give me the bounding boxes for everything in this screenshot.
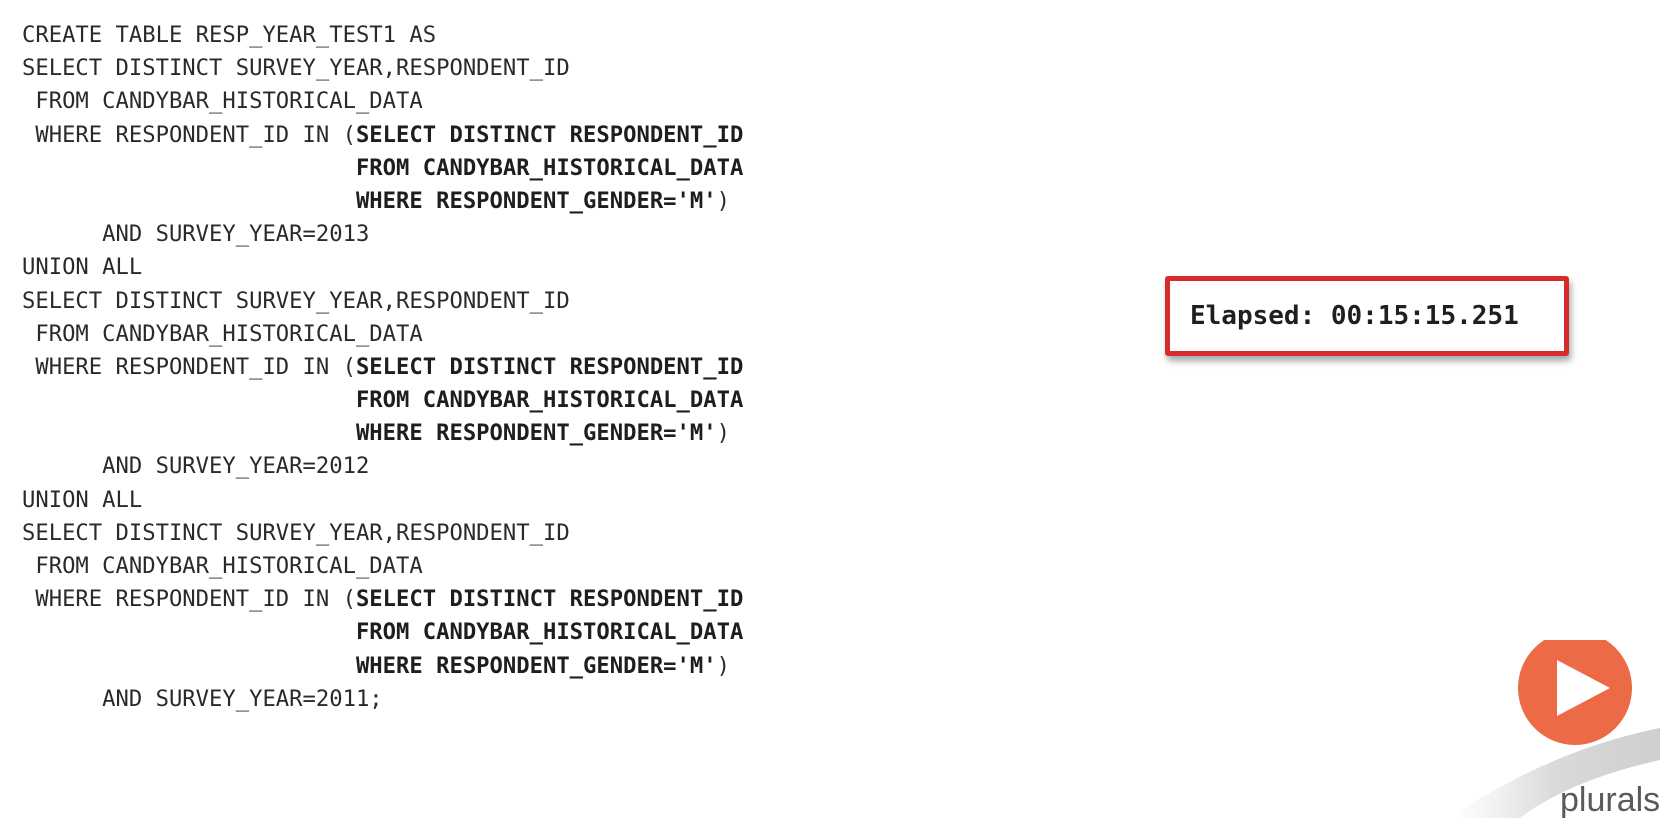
code-line: FROM CANDYBAR_HISTORICAL_DATA	[22, 384, 743, 417]
code-text: SELECT DISTINCT SURVEY_YEAR,RESPONDENT_I…	[22, 287, 570, 314]
code-line: WHERE RESPONDENT_GENDER='M')	[22, 185, 743, 218]
code-line: AND SURVEY_YEAR=2011;	[22, 683, 743, 716]
code-text: )	[716, 420, 730, 447]
code-line: WHERE RESPONDENT_GENDER='M')	[22, 650, 743, 683]
code-subquery-text: SELECT DISTINCT RESPONDENT_ID	[355, 586, 744, 613]
code-line: FROM CANDYBAR_HISTORICAL_DATA	[22, 616, 743, 649]
code-text: )	[716, 187, 730, 214]
code-text: FROM CANDYBAR_HISTORICAL_DATA	[22, 88, 423, 115]
code-text: SELECT DISTINCT SURVEY_YEAR,RESPONDENT_I…	[22, 519, 570, 546]
code-text: WHERE RESPONDENT_ID IN (	[22, 353, 356, 380]
code-text: WHERE RESPONDENT_ID IN (	[22, 586, 356, 613]
pluralsight-logo: plurals	[1460, 640, 1660, 818]
code-line: FROM CANDYBAR_HISTORICAL_DATA	[22, 152, 743, 185]
code-line: AND SURVEY_YEAR=2012	[22, 450, 743, 483]
sql-code-block: CREATE TABLE RESP_YEAR_TEST1 AS SELECT DI…	[22, 19, 743, 716]
code-subquery-text: WHERE RESPONDENT_GENDER='M'	[355, 652, 717, 679]
code-subquery-text: FROM CANDYBAR_HISTORICAL_DATA	[355, 387, 744, 414]
play-icon: plurals	[1460, 640, 1660, 818]
code-line: FROM CANDYBAR_HISTORICAL_DATA	[22, 85, 743, 118]
code-text: AND SURVEY_YEAR=2011;	[22, 685, 383, 712]
code-line: UNION ALL	[22, 251, 743, 284]
code-line: FROM CANDYBAR_HISTORICAL_DATA	[22, 318, 743, 351]
elapsed-time-text: Elapsed: 00:15:15.251	[1190, 301, 1519, 331]
code-subquery-text: WHERE RESPONDENT_GENDER='M'	[355, 420, 717, 447]
code-line: FROM CANDYBAR_HISTORICAL_DATA	[22, 550, 743, 583]
code-subquery-text: SELECT DISTINCT RESPONDENT_ID	[355, 353, 744, 380]
code-line: WHERE RESPONDENT_GENDER='M')	[22, 417, 743, 450]
code-line: AND SURVEY_YEAR=2013	[22, 218, 743, 251]
code-text: WHERE RESPONDENT_ID IN (	[22, 121, 356, 148]
code-line: WHERE RESPONDENT_ID IN (SELECT DISTINCT …	[22, 119, 743, 152]
code-line: WHERE RESPONDENT_ID IN (SELECT DISTINCT …	[22, 351, 743, 384]
code-line: CREATE TABLE RESP_YEAR_TEST1 AS	[22, 19, 743, 52]
code-text: FROM CANDYBAR_HISTORICAL_DATA	[22, 553, 423, 579]
code-text: )	[716, 652, 730, 679]
code-subquery-text: FROM CANDYBAR_HISTORICAL_DATA	[355, 619, 744, 646]
code-line: WHERE RESPONDENT_ID IN (SELECT DISTINCT …	[22, 583, 743, 616]
code-text: AND SURVEY_YEAR=2012	[22, 453, 370, 480]
code-text: SELECT DISTINCT SURVEY_YEAR,RESPONDENT_I…	[22, 55, 570, 82]
code-line: SELECT DISTINCT SURVEY_YEAR,RESPONDENT_I…	[22, 285, 743, 318]
elapsed-time-callout: Elapsed: 00:15:15.251	[1165, 276, 1569, 356]
code-text: UNION ALL	[22, 254, 143, 281]
code-subquery-text: FROM CANDYBAR_HISTORICAL_DATA	[355, 154, 744, 181]
code-text: UNION ALL	[22, 486, 143, 513]
logo-wordmark: plurals	[1560, 781, 1660, 818]
code-subquery-text: SELECT DISTINCT RESPONDENT_ID	[355, 121, 744, 148]
code-text: AND SURVEY_YEAR=2013	[22, 221, 370, 248]
code-text: CREATE TABLE RESP_YEAR_TEST1 AS	[22, 22, 437, 48]
code-line: SELECT DISTINCT SURVEY_YEAR,RESPONDENT_I…	[22, 517, 743, 550]
code-text: FROM CANDYBAR_HISTORICAL_DATA	[22, 320, 423, 347]
code-subquery-text: WHERE RESPONDENT_GENDER='M'	[355, 187, 717, 214]
code-line: SELECT DISTINCT SURVEY_YEAR,RESPONDENT_I…	[22, 52, 743, 85]
code-line: UNION ALL	[22, 484, 743, 517]
